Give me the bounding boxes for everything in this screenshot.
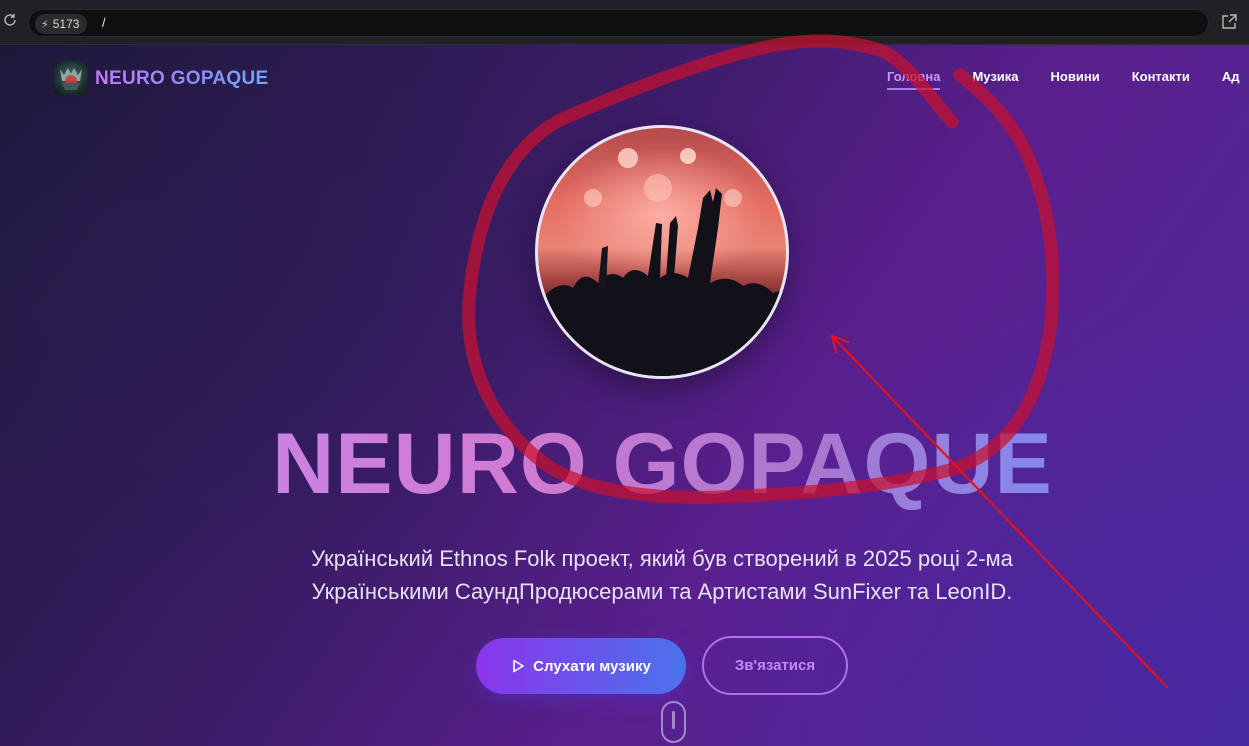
logo-image[interactable] <box>54 61 88 95</box>
main-nav: Головна Музика Новини Контакти Ад <box>887 69 1240 90</box>
external-link-icon[interactable] <box>1220 13 1238 31</box>
reload-icon[interactable] <box>0 12 20 32</box>
scroll-mouse-icon[interactable] <box>661 701 686 743</box>
nav-item-news[interactable]: Новини <box>1051 69 1100 84</box>
hero-subtitle-line-1: Український Ethnos Folk проект, який був… <box>311 546 1013 571</box>
hero-subtitle-line-2: Українськими СаундПродюсерами та Артиста… <box>311 579 1013 604</box>
nav-item-home[interactable]: Головна <box>887 69 941 90</box>
hero-title: NEURO GOPAQUE <box>0 415 1249 514</box>
contact-button[interactable]: Зв'язатися <box>702 636 848 695</box>
port-label: 5173 <box>52 17 80 31</box>
url-path[interactable]: / <box>102 15 106 30</box>
nav-item-contacts[interactable]: Контакти <box>1132 69 1190 84</box>
port-chip[interactable]: ⚡ 5173 <box>35 14 88 34</box>
browser-toolbar: ⚡ 5173 / <box>0 0 1249 45</box>
page-viewport: NEURO GOPAQUE Головна Музика Новини Конт… <box>0 45 1249 746</box>
listen-music-button[interactable]: Слухати музику <box>476 638 686 694</box>
play-icon <box>513 659 524 673</box>
address-bar[interactable]: ⚡ 5173 / <box>28 9 1209 37</box>
listen-music-label: Слухати музику <box>533 657 651 675</box>
plug-icon: ⚡ <box>41 18 49 31</box>
logo-text[interactable]: NEURO GOPAQUE <box>95 68 269 90</box>
nav-item-cut-off[interactable]: Ад <box>1222 69 1240 84</box>
nav-item-music[interactable]: Музика <box>972 69 1018 84</box>
hero-avatar-concert-image <box>535 125 789 379</box>
hero-subtitle: Український Ethnos Folk проект, який був… <box>262 542 1062 608</box>
